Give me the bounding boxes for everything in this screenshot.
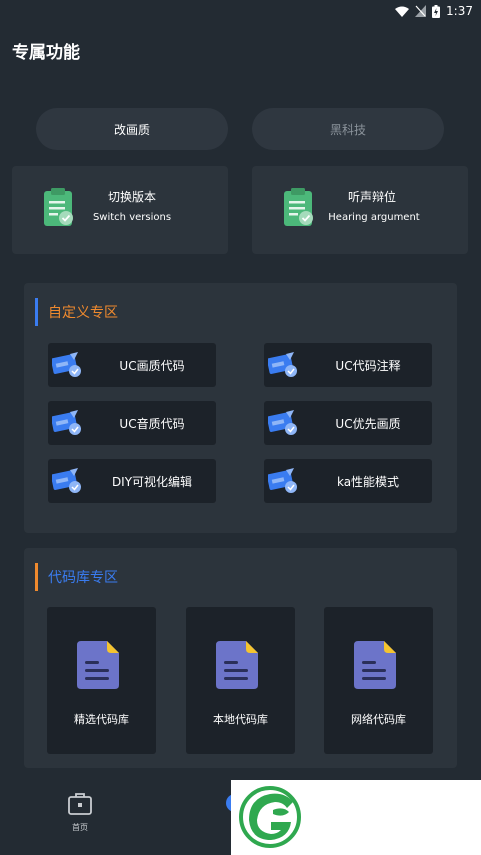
network-library-card[interactable]: 网络代码库 [324,607,433,754]
briefcase-icon [68,792,92,820]
feature-subtitle: Switch versions [92,212,172,223]
button-label: UC音质代码 [119,416,185,431]
button-label: UC代码注释 [335,358,401,373]
hearing-argument-card[interactable]: 听声辩位 Hearing argument [252,166,468,254]
switch-versions-card[interactable]: 切换版本 Switch versions [12,166,228,254]
document-icon [354,641,400,693]
custom-section-title: 自定义专区 [35,298,118,326]
uc-priority-quality-button[interactable]: UC优先画质 [264,401,432,445]
library-section: 代码库专区 精选代码库 本地代码库 网络代码库 [24,548,457,768]
button-label: UC优先画质 [335,416,401,431]
ka-performance-mode-button[interactable]: ka性能模式 [264,459,432,503]
button-label: DIY可视化编辑 [111,474,193,489]
button-label: UC画质代码 [119,358,185,373]
page-title: 专属功能 [12,43,80,63]
ticket-edit-icon [266,410,298,440]
ticket-edit-icon [266,468,298,498]
tab-image-quality[interactable]: 改画质 [36,108,228,150]
document-icon [216,641,262,693]
library-section-title: 代码库专区 [35,563,118,591]
library-label: 本地代码库 [213,713,268,726]
signal-off-icon [415,5,427,17]
uc-audio-code-button[interactable]: UC音质代码 [48,401,216,445]
watermark-logo [231,780,481,855]
button-label: ka性能模式 [336,474,400,489]
ticket-edit-icon [50,468,82,498]
ticket-edit-icon [266,352,298,382]
clipboard-check-icon [44,188,74,230]
ticket-edit-icon [50,352,82,382]
battery-icon [432,4,441,18]
local-library-card[interactable]: 本地代码库 [186,607,295,754]
status-bar: 1:37 [0,0,481,22]
feature-title: 听声辩位 [347,190,396,204]
document-icon [77,641,123,693]
feature-subtitle: Hearing argument [328,212,420,223]
clipboard-check-icon [284,188,314,230]
wifi-icon [395,6,410,17]
featured-library-card[interactable]: 精选代码库 [47,607,156,754]
custom-section: 自定义专区 UC画质代码 UC代码注释 UC音质代码 UC优先画质 DIY可视化… [24,283,457,533]
library-label: 精选代码库 [74,713,129,726]
uc-code-comment-button[interactable]: UC代码注释 [264,343,432,387]
tab-black-tech[interactable]: 黑科技 [252,108,444,150]
status-time: 1:37 [446,4,473,18]
library-label: 网络代码库 [351,713,406,726]
leaf-logo-icon [239,786,301,848]
feature-title: 切换版本 [107,190,156,204]
ticket-edit-icon [50,410,82,440]
diy-visual-edit-button[interactable]: DIY可视化编辑 [48,459,216,503]
nav-home-label: 首页 [72,823,88,832]
uc-quality-code-button[interactable]: UC画质代码 [48,343,216,387]
